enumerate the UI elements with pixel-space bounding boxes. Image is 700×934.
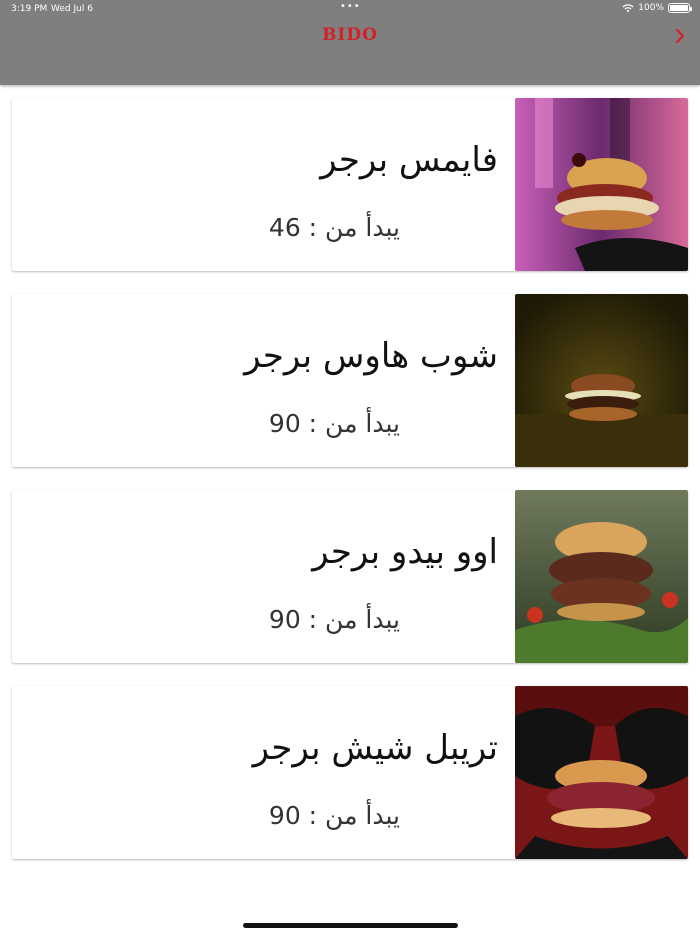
battery-icon	[668, 3, 692, 13]
product-image	[515, 686, 688, 859]
product-image	[515, 98, 688, 271]
wifi-icon	[622, 4, 634, 13]
battery-level	[670, 5, 688, 11]
product-price: يبدأ من : 90	[268, 409, 400, 438]
navigation-bar: 3:19 PM Wed Jul 6 ••• 100% BIDO	[0, 0, 700, 85]
multitasking-dots: •••	[340, 1, 361, 12]
product-name: اوو بيدو برجر	[312, 532, 498, 572]
chevron-right-icon	[675, 28, 685, 44]
battery-percent: 100%	[638, 3, 664, 13]
burger-photo-icon	[515, 294, 688, 467]
product-image	[515, 490, 688, 663]
product-price: يبدأ من : 46	[268, 213, 400, 242]
status-bar: 3:19 PM Wed Jul 6 ••• 100%	[0, 0, 700, 18]
product-card[interactable]: اوو بيدو برجر يبدأ من : 90	[12, 490, 688, 663]
burger-photo-icon	[515, 686, 688, 859]
burger-photo-icon	[515, 98, 688, 271]
product-price: يبدأ من : 90	[268, 801, 400, 830]
product-name: تريبل شيش برجر	[252, 728, 498, 768]
status-time: 3:19 PM	[11, 4, 48, 14]
product-image	[515, 294, 688, 467]
app-logo: BIDO	[322, 25, 378, 45]
burger-photo-icon	[515, 490, 688, 663]
product-price: يبدأ من : 90	[268, 605, 400, 634]
status-date: Wed Jul 6	[51, 4, 93, 14]
product-card[interactable]: فايمس برجر يبدأ من : 46	[12, 98, 688, 271]
product-name: فايمس برجر	[320, 140, 498, 180]
home-indicator[interactable]	[243, 923, 458, 928]
product-card[interactable]: تريبل شيش برجر يبدأ من : 90	[12, 686, 688, 859]
status-indicators: 100%	[622, 3, 692, 13]
product-name: شوب هاوس برجر	[244, 336, 498, 376]
product-card[interactable]: شوب هاوس برجر يبدأ من : 90	[12, 294, 688, 467]
back-button[interactable]	[668, 24, 692, 48]
